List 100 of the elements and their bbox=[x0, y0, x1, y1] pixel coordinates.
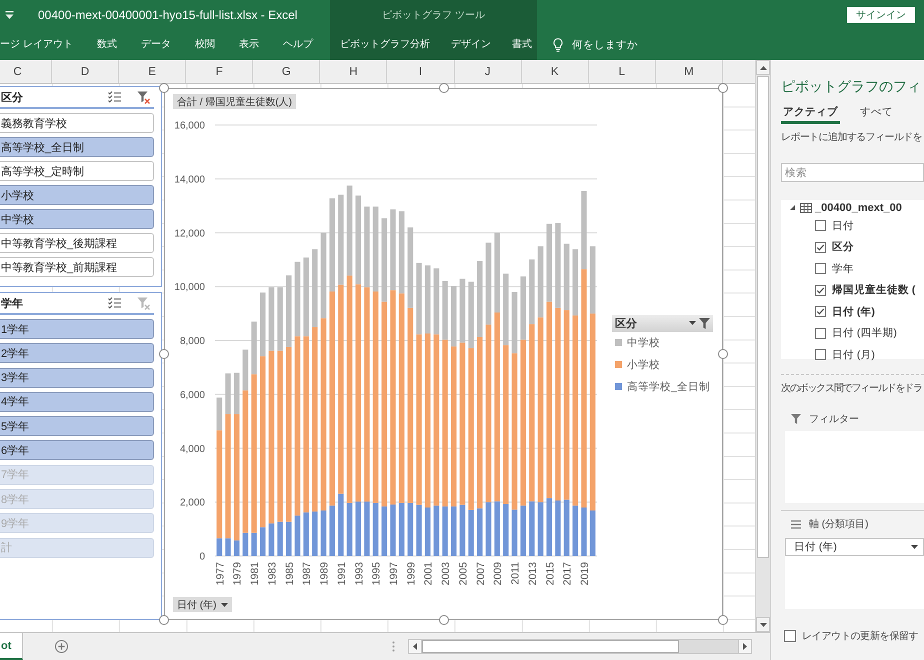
field-label[interactable]: 区分 bbox=[832, 240, 854, 254]
resize-handle[interactable] bbox=[159, 615, 169, 625]
area-label: 軸 (分類項目) bbox=[809, 518, 868, 531]
column-header[interactable]: E bbox=[119, 60, 186, 83]
ribbon-tab[interactable]: ヘルプ bbox=[282, 38, 313, 52]
ribbon-tab[interactable]: データ bbox=[140, 38, 171, 52]
axis-label: 2,000 bbox=[180, 498, 205, 509]
axis-label: 6,000 bbox=[180, 390, 205, 401]
slicer-item[interactable]: 3学年 bbox=[0, 368, 154, 388]
resize-handle[interactable] bbox=[718, 83, 728, 93]
legend-label: 小学校 bbox=[627, 358, 660, 372]
column-header[interactable]: D bbox=[52, 60, 120, 83]
sign-in-button[interactable]: サインイン bbox=[847, 7, 915, 23]
clear-filter-icon[interactable] bbox=[137, 90, 150, 104]
search-field[interactable]: 検索 bbox=[781, 163, 924, 182]
pane-title: ピボットグラフのフィ bbox=[781, 77, 922, 96]
axis-label: 14,000 bbox=[174, 174, 205, 186]
column-header[interactable]: F bbox=[186, 60, 254, 83]
checkbox[interactable] bbox=[815, 349, 826, 360]
axis-label: 1981 bbox=[249, 562, 262, 586]
column-header[interactable]: K bbox=[522, 60, 589, 83]
column-header[interactable]: C bbox=[0, 60, 52, 83]
column-header[interactable]: I bbox=[387, 60, 455, 83]
slicer-item[interactable]: 1学年 bbox=[0, 319, 154, 339]
slicer-item[interactable]: 2学年 bbox=[0, 343, 154, 364]
legend-field-button[interactable]: 区分 bbox=[612, 314, 713, 332]
field-label[interactable]: 日付 (年) bbox=[832, 304, 875, 319]
ribbon-tab[interactable]: ージ レイアウト bbox=[0, 38, 73, 52]
slicer-item[interactable]: 義務教育学校 bbox=[0, 113, 154, 133]
caret-icon bbox=[689, 321, 696, 325]
axis-label: 1991 bbox=[336, 562, 348, 586]
ribbon-tab[interactable]: デザイン bbox=[451, 38, 491, 52]
field-button[interactable]: 合計 / 帰国児童生徒数(人) bbox=[173, 94, 296, 109]
ribbon-tab[interactable]: ピボットグラフ分析 bbox=[340, 38, 430, 52]
checkbox[interactable] bbox=[815, 284, 826, 296]
axis-label: 0 bbox=[199, 552, 205, 562]
checkbox[interactable] bbox=[784, 630, 796, 642]
caret-icon bbox=[911, 545, 918, 549]
scroll-right-button[interactable] bbox=[738, 640, 751, 653]
column-header[interactable]: J bbox=[454, 60, 522, 83]
area-label: フィルター bbox=[809, 413, 859, 426]
slicer-item[interactable]: 小学校 bbox=[0, 185, 154, 205]
tell-me-button[interactable]: 何をしますか bbox=[553, 38, 638, 52]
slicer-item[interactable]: 高等学校_全日制 bbox=[0, 137, 154, 157]
grip-icon[interactable] bbox=[392, 641, 395, 652]
field-label[interactable]: 日付 (月) bbox=[832, 348, 875, 362]
column-header[interactable]: L bbox=[588, 60, 656, 83]
field-label[interactable]: 日付 bbox=[832, 218, 854, 233]
slicer-item[interactable]: 高等学校_定時制 bbox=[0, 161, 154, 181]
slicer-item[interactable]: 6学年 bbox=[0, 440, 154, 460]
axis-label: 8,000 bbox=[180, 336, 205, 347]
slicer-item[interactable]: 中等教育学校_後期課程 bbox=[0, 233, 154, 253]
slicer-item[interactable]: 4学年 bbox=[0, 392, 154, 412]
slicer-item[interactable]: 5学年 bbox=[0, 416, 154, 436]
checkbox[interactable] bbox=[815, 328, 826, 339]
plus-circle-icon[interactable] bbox=[55, 640, 68, 653]
axis-label: 4,000 bbox=[180, 444, 205, 455]
checkbox-label[interactable]: レイアウトの更新を保留す bbox=[802, 629, 918, 643]
column-header[interactable]: H bbox=[320, 60, 388, 83]
slicer-item[interactable]: 中等教育学校_前期課程 bbox=[0, 257, 154, 277]
field-label[interactable]: 帰国児童生徒数 ( bbox=[832, 283, 916, 298]
right-triangle-icon bbox=[743, 643, 747, 650]
pane-hint: 次のボックス間でフィールドをドラ bbox=[781, 383, 923, 395]
triangle-icon[interactable] bbox=[790, 205, 795, 210]
field-label[interactable]: 日付 (四半期) bbox=[832, 326, 897, 340]
field-button[interactable]: 日付 (年) bbox=[173, 597, 232, 612]
slicer-item[interactable]: 中学校 bbox=[0, 209, 154, 229]
resize-handle[interactable] bbox=[718, 615, 728, 625]
checkbox[interactable] bbox=[815, 306, 826, 318]
field-chip[interactable]: 日付 (年) bbox=[785, 538, 924, 556]
ribbon-tab[interactable]: 校閲 bbox=[194, 38, 215, 52]
ribbon-tab[interactable]: 数式 bbox=[96, 38, 117, 52]
ribbon-tab[interactable]: 表示 bbox=[238, 38, 259, 52]
checkbox[interactable] bbox=[815, 242, 826, 253]
axis-label: 1989 bbox=[318, 562, 331, 586]
scroll-left-button[interactable] bbox=[409, 640, 422, 653]
scroll-up-button[interactable] bbox=[756, 60, 770, 75]
checklist-icon[interactable] bbox=[108, 91, 121, 103]
resize-handle[interactable] bbox=[718, 349, 728, 359]
down-triangle-icon bbox=[760, 622, 766, 626]
scroll-down-button[interactable] bbox=[756, 617, 770, 632]
column-header[interactable]: M bbox=[656, 60, 723, 83]
column-header[interactable]: G bbox=[253, 60, 320, 83]
checklist-icon[interactable] bbox=[108, 297, 121, 309]
lightbulb-icon bbox=[553, 38, 563, 52]
ribbon-tab[interactable]: 書式 bbox=[512, 38, 532, 52]
pane-tab[interactable]: すべて bbox=[858, 102, 895, 124]
checkbox[interactable] bbox=[815, 263, 826, 274]
checkbox[interactable] bbox=[815, 220, 826, 232]
pane-tab[interactable]: アクティブ bbox=[781, 102, 840, 124]
scrollbar-thumb[interactable] bbox=[757, 76, 769, 558]
axis-label: 2011 bbox=[510, 562, 522, 585]
axis-label: 1993 bbox=[353, 562, 366, 586]
field-label[interactable]: 学年 bbox=[832, 262, 854, 276]
sheet-tab[interactable]: ot bbox=[0, 633, 23, 660]
scrollbar-thumb[interactable] bbox=[422, 640, 679, 653]
caret-icon[interactable] bbox=[5, 10, 14, 20]
caret-icon bbox=[221, 602, 228, 606]
drop-area[interactable]: 日付 (年) bbox=[785, 538, 924, 609]
slicer-title: 学年 bbox=[0, 296, 24, 310]
